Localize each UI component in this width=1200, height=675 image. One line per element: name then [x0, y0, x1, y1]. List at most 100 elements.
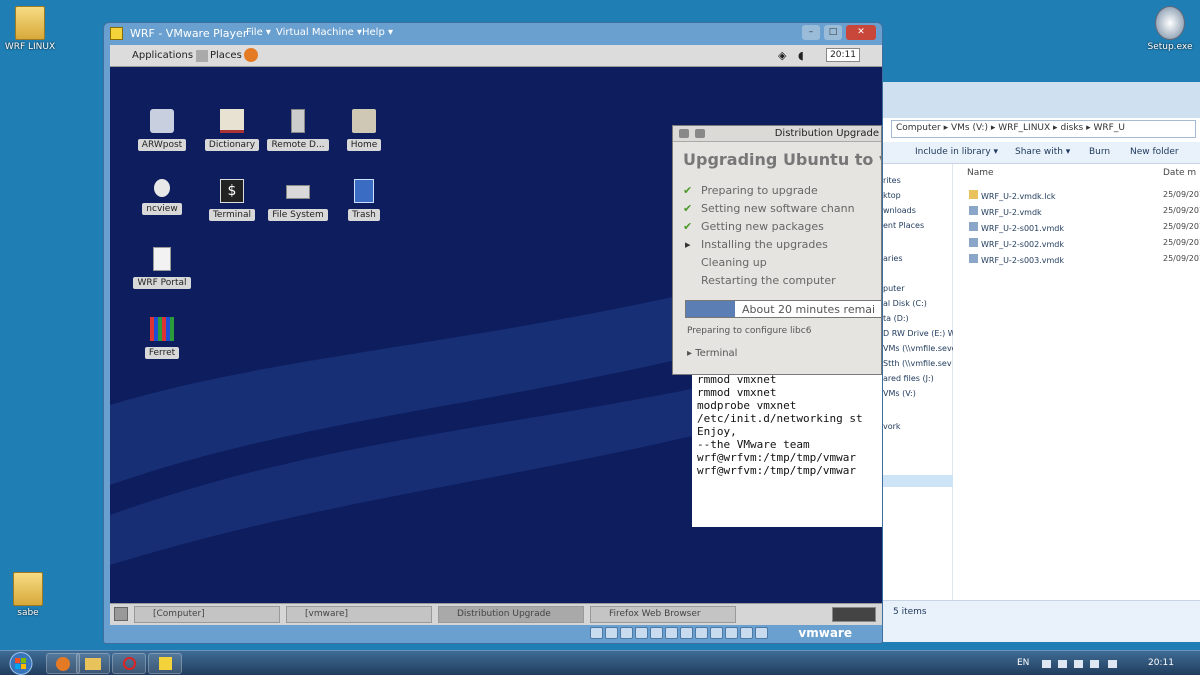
- nav-item[interactable]: ktop: [883, 191, 953, 200]
- share-with-button[interactable]: Share with ▾: [1015, 147, 1070, 157]
- nav-item[interactable]: aries: [883, 254, 953, 263]
- dialog-close-icon[interactable]: [695, 129, 705, 138]
- nav-item[interactable]: D RW Drive (E:) W: [883, 329, 953, 338]
- input-language[interactable]: EN: [1017, 658, 1029, 668]
- tray-flag-icon[interactable]: [1058, 660, 1067, 668]
- guest-task-computer[interactable]: [Computer]: [134, 606, 280, 623]
- nav-item[interactable]: ta (D:): [883, 314, 953, 323]
- minimize-button[interactable]: –: [802, 25, 820, 40]
- guest-icon-ferret[interactable]: Ferret: [120, 317, 204, 359]
- taskbar-explorer[interactable]: [76, 653, 110, 674]
- places-menu[interactable]: Places: [210, 50, 242, 61]
- vmware-titlebar[interactable]: WRF - VMware Player File ▾ Virtual Machi…: [104, 23, 882, 45]
- breadcrumb-vms[interactable]: VMs (V:): [951, 123, 988, 133]
- file-row[interactable]: WRF_U-2-s001.vmdk: [969, 222, 1064, 233]
- guest-task-firefox[interactable]: Firefox Web Browser: [590, 606, 736, 623]
- vmware-logo: vmware: [798, 626, 852, 640]
- hard-disk-icon[interactable]: [635, 627, 648, 639]
- nav-item[interactable]: rites: [883, 176, 953, 185]
- workspace-switcher[interactable]: [832, 607, 876, 622]
- explorer-address-bar[interactable]: Computer ▸ VMs (V:) ▸ WRF_LINUX ▸ disks …: [891, 120, 1196, 138]
- breadcrumb-disks[interactable]: disks: [1060, 123, 1083, 133]
- nav-item[interactable]: VMs (\\vmfile.sever): [883, 344, 953, 353]
- taskbar-vmware[interactable]: [148, 653, 182, 674]
- close-button[interactable]: ✕: [846, 25, 876, 40]
- checkmark-icon: ✔: [683, 202, 693, 215]
- burn-button[interactable]: Burn: [1089, 147, 1110, 157]
- cdrom-icon[interactable]: [665, 627, 678, 639]
- menu-file[interactable]: File ▾: [246, 27, 271, 38]
- file-row[interactable]: WRF_U-2.vmdk: [969, 206, 1042, 217]
- upgrade-progress-bar: About 20 minutes remai: [685, 300, 881, 318]
- desktop-icon-sabe[interactable]: sabe: [0, 572, 58, 618]
- usb-icon[interactable]: [695, 627, 708, 639]
- guest-clock[interactable]: 20:11: [826, 48, 860, 62]
- show-desktop-icon[interactable]: [114, 607, 128, 621]
- firefox-icon[interactable]: [244, 48, 258, 62]
- volume-icon[interactable]: ◖: [798, 49, 804, 62]
- nav-item[interactable]: wnloads: [883, 206, 953, 215]
- taskbar-app[interactable]: [112, 653, 146, 674]
- apple-icon: [154, 179, 170, 197]
- dialog-titlebar[interactable]: Distribution Upgrade: [673, 126, 881, 142]
- nav-item[interactable]: Stth (\\vmfile.sev: [883, 359, 953, 368]
- bluetooth-icon[interactable]: [740, 627, 753, 639]
- hard-disk-icon[interactable]: [590, 627, 603, 639]
- vmdk-file-icon: [969, 254, 978, 263]
- desktop-icon-wrf-linux[interactable]: WRF LINUX: [0, 6, 60, 52]
- nav-item[interactable]: ared files (J:): [883, 374, 953, 383]
- terminal-expander[interactable]: ▸ Terminal: [687, 348, 737, 359]
- nav-item[interactable]: VMs (V:): [883, 389, 953, 398]
- network-icon[interactable]: ◈: [778, 49, 786, 62]
- file-row[interactable]: WRF_U-2.vmdk.lck: [969, 190, 1055, 201]
- sound-icon[interactable]: [725, 627, 738, 639]
- dialog-menu-icon[interactable]: [679, 129, 689, 138]
- guest-icon-trash[interactable]: Trash: [322, 179, 406, 221]
- guest-icon-home[interactable]: Home: [322, 109, 406, 151]
- clock[interactable]: 20:11: [1148, 658, 1174, 668]
- column-header-date[interactable]: Date m: [1163, 168, 1196, 178]
- tray-volume-icon[interactable]: [1108, 660, 1117, 668]
- terminal-window[interactable]: rmmod vmxnet rmmod vmxnet modprobe vmxne…: [692, 367, 882, 527]
- vmdk-file-icon: [969, 206, 978, 215]
- guest-task-vmware[interactable]: [vmware]: [286, 606, 432, 623]
- maximize-button[interactable]: □: [824, 25, 842, 40]
- guest-task-distribution-upgrade[interactable]: Distribution Upgrade: [438, 606, 584, 623]
- breadcrumb-computer[interactable]: Computer: [896, 123, 941, 133]
- menu-help[interactable]: Help ▾: [362, 27, 393, 38]
- explorer-titlebar: [883, 82, 1200, 118]
- file-row[interactable]: WRF_U-2-s002.vmdk: [969, 238, 1064, 249]
- tray-icon[interactable]: [1042, 660, 1051, 668]
- file-row[interactable]: WRF_U-2-s003.vmdk: [969, 254, 1064, 265]
- new-folder-button[interactable]: New folder: [1130, 147, 1179, 157]
- firefox-icon: [56, 657, 70, 671]
- taskbar-firefox[interactable]: [46, 653, 80, 674]
- column-header-name[interactable]: Name: [967, 168, 994, 178]
- desktop-icon-setup[interactable]: Setup.exe: [1140, 6, 1200, 52]
- guest-screen[interactable]: Applications Places ◈ ◖ 20:11 ARWpost Di…: [110, 45, 882, 625]
- terminal-line: modprobe vmxnet: [697, 399, 797, 412]
- tray-icon[interactable]: [1090, 660, 1099, 668]
- menu-virtual-machine[interactable]: Virtual Machine ▾: [276, 27, 362, 38]
- start-button[interactable]: [4, 651, 38, 675]
- nav-item[interactable]: al Disk (C:): [883, 299, 953, 308]
- breadcrumb-wrf-linux[interactable]: WRF_LINUX: [998, 123, 1050, 133]
- window-controls: – □ ✕: [802, 25, 876, 40]
- hard-disk-icon[interactable]: [620, 627, 633, 639]
- guest-icon-wrf-portal[interactable]: WRF Portal: [120, 247, 204, 289]
- hard-disk-icon[interactable]: [605, 627, 618, 639]
- network-adapter-icon[interactable]: [680, 627, 693, 639]
- nav-item[interactable]: ent Places: [883, 221, 953, 230]
- include-in-library-button[interactable]: Include in library ▾: [915, 147, 998, 157]
- no-entry-icon: [122, 657, 136, 670]
- usb-icon[interactable]: [710, 627, 723, 639]
- expander-arrow-icon: ▸: [687, 348, 696, 359]
- tray-network-icon[interactable]: [1074, 660, 1083, 668]
- nav-item[interactable]: puter: [883, 284, 953, 293]
- breadcrumb-wrf-u[interactable]: WRF_U: [1094, 123, 1125, 133]
- nav-item[interactable]: vork: [883, 422, 953, 431]
- applications-menu[interactable]: Applications: [132, 50, 193, 61]
- cdrom-icon[interactable]: [650, 627, 663, 639]
- checkmark-icon: ✔: [683, 184, 693, 197]
- printer-icon[interactable]: [755, 627, 768, 639]
